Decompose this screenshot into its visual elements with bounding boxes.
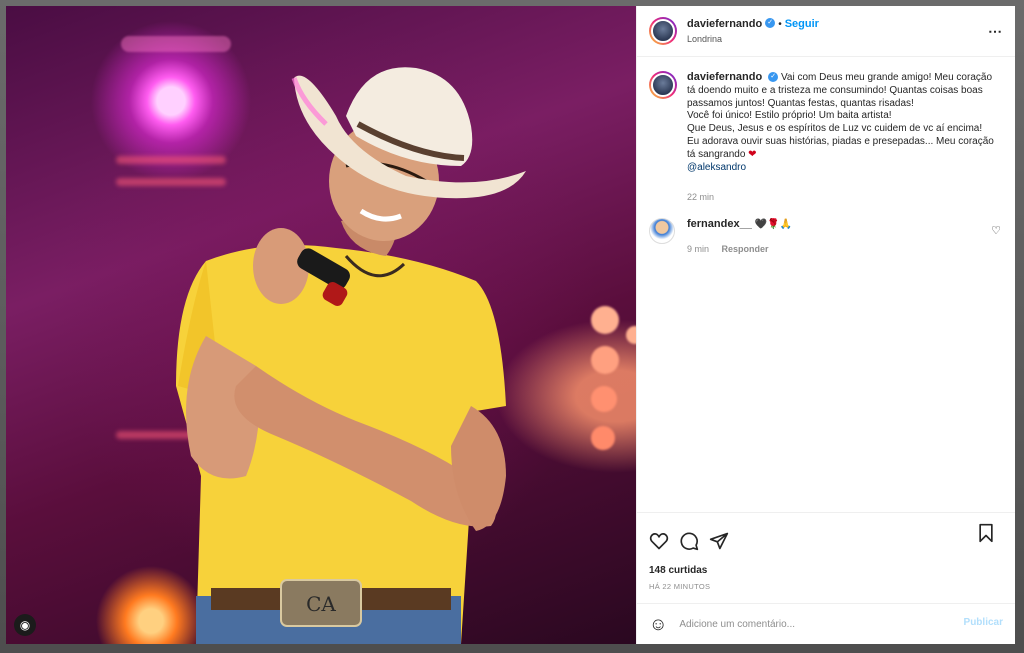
caption-row: daviefernando ✓ Vai com Deus meu grande a… [649, 71, 1003, 174]
verified-icon: ✓ [768, 72, 779, 83]
caption-line: Que Deus, Jesus e os espíritos de Luz vc… [687, 123, 983, 135]
caption-username[interactable]: daviefernando [687, 71, 762, 83]
add-comment-bar: ☺ Publicar [637, 603, 1015, 644]
comment-text: 🖤🌹🙏 [754, 219, 792, 231]
commenter-avatar[interactable] [649, 218, 675, 245]
svg-text:CA: CA [306, 592, 336, 616]
mention-link[interactable]: @aleksandro [687, 162, 1003, 175]
follow-button[interactable]: Seguir [785, 18, 819, 30]
likes-count[interactable]: 148 curtidas [637, 565, 1015, 576]
comment-item: fernandex__ 🖤🌹🙏 9 min Responder ♡ [649, 218, 1003, 254]
performer-illustration: CA [176, 67, 526, 644]
comment-time: 9 min [687, 244, 710, 255]
bookmark-icon[interactable] [977, 523, 995, 543]
comment-meta: 9 min Responder [687, 244, 792, 254]
like-heart-icon[interactable] [649, 531, 669, 551]
more-options-icon[interactable]: ⋯ [988, 23, 1003, 40]
comment-icon[interactable] [679, 531, 699, 551]
comments-section[interactable]: daviefernando ✓ Vai com Deus meu grande a… [637, 57, 1015, 512]
red-heart-icon: ❤ [748, 148, 757, 160]
caption-line: Eu adorava ouvir suas histórias, piadas … [687, 135, 994, 160]
post-caption: daviefernando ✓ Vai com Deus meu grande a… [687, 71, 1003, 174]
action-bar [637, 512, 1015, 559]
comment-input[interactable] [677, 617, 922, 631]
caption-author-avatar[interactable] [649, 71, 677, 99]
commenter-username[interactable]: fernandex__ [687, 218, 752, 230]
verified-icon: ✓ [765, 17, 776, 28]
post-photo[interactable]: CA ◉ [6, 6, 636, 644]
post-timestamp: HÁ 22 MINUTOS [649, 582, 711, 591]
comment-like-icon[interactable]: ♡ [991, 224, 1001, 237]
separator-dot: • [778, 19, 782, 30]
share-icon[interactable] [709, 531, 729, 551]
caption-time: 22 min [687, 192, 715, 203]
reply-button[interactable]: Responder [722, 244, 769, 254]
post-side-panel: daviefernando ✓ • Seguir Londrina ⋯ daviefe… [636, 6, 1015, 644]
caption-line: Você foi único! Estilo próprio! Um baita… [687, 110, 892, 122]
author-info: daviefernando ✓ • Seguir Londrina [687, 15, 819, 47]
author-username[interactable]: daviefernando [687, 18, 762, 30]
user-tag-icon[interactable]: ◉ [14, 614, 36, 636]
comment-body: fernandex__ 🖤🌹🙏 9 min Responder [687, 218, 792, 254]
emoji-icon[interactable]: ☺ [649, 614, 667, 635]
post-location[interactable]: Londrina [687, 32, 819, 47]
author-avatar[interactable] [649, 17, 677, 45]
post-modal: CA ◉ daviefernando ✓ • Seguir Londrina ⋯… [6, 6, 1015, 644]
publish-button[interactable]: Publicar [964, 617, 1003, 628]
post-header: daviefernando ✓ • Seguir Londrina ⋯ [637, 6, 1015, 57]
